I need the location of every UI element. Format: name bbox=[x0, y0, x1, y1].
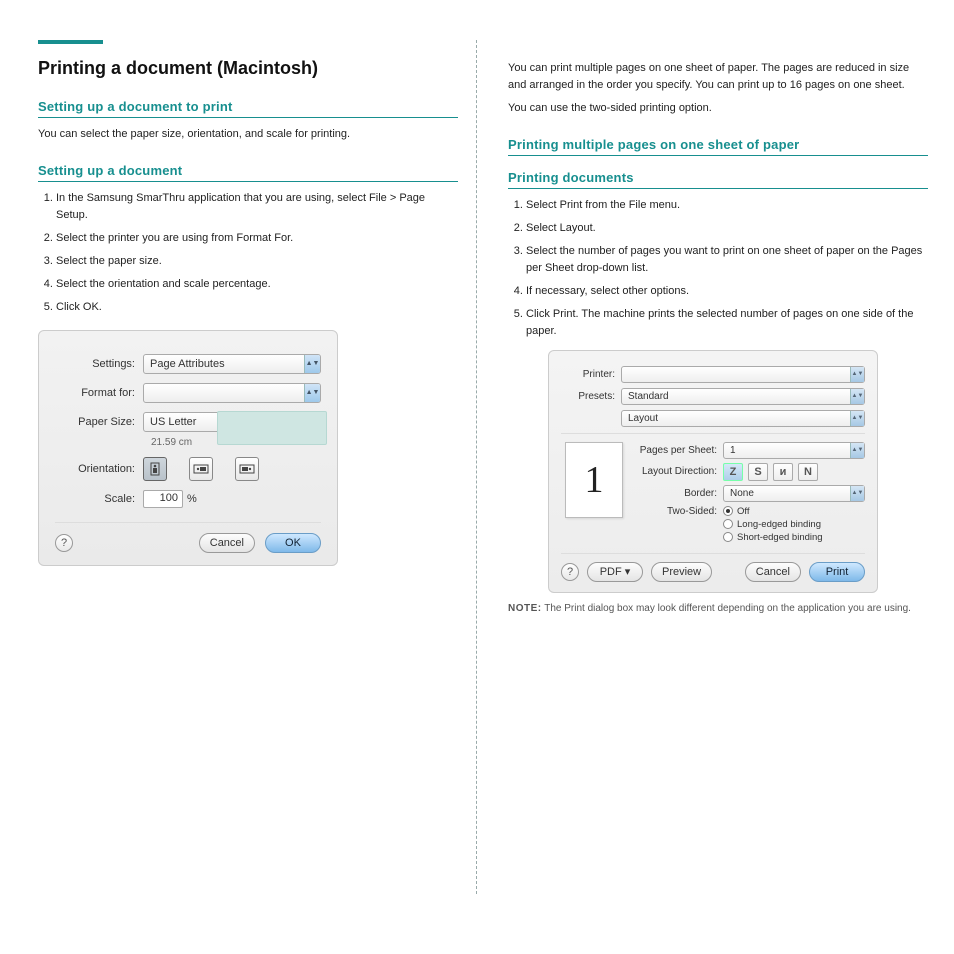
subheading-setup: Setting up a document to print bbox=[38, 99, 458, 118]
step-item: Select the number of pages you want to p… bbox=[526, 243, 928, 277]
settings-value: Page Attributes bbox=[150, 358, 225, 370]
chevron-updown-icon: ▲▼ bbox=[850, 486, 864, 501]
ok-button[interactable]: OK bbox=[265, 533, 321, 553]
orientation-label: Orientation: bbox=[55, 463, 143, 475]
orientation-portrait-button[interactable] bbox=[143, 457, 167, 481]
border-value: None bbox=[730, 488, 754, 499]
right-intro-1: You can print multiple pages on one shee… bbox=[508, 60, 928, 93]
radio-label: Short-edged binding bbox=[737, 532, 823, 543]
right-column: You can print multiple pages on one shee… bbox=[508, 38, 928, 620]
preview-button[interactable]: Preview bbox=[651, 562, 712, 582]
paper-body: You can select the paper size, orientati… bbox=[38, 126, 458, 143]
scale-pct: % bbox=[187, 493, 197, 505]
twosided-option[interactable]: Long-edged binding bbox=[723, 519, 823, 530]
radio-icon bbox=[723, 519, 733, 529]
note-label: NOTE: bbox=[508, 603, 542, 614]
layout-direction-button[interactable]: Z bbox=[723, 463, 743, 481]
section-value: Layout bbox=[628, 413, 658, 424]
step-item: Click OK. bbox=[56, 299, 458, 316]
layout-direction-button[interactable]: N bbox=[798, 463, 818, 481]
pdf-button[interactable]: PDF ▾ bbox=[587, 562, 643, 582]
help-button[interactable]: ? bbox=[561, 563, 579, 581]
steps-right: Select Print from the File menu. Select L… bbox=[508, 197, 928, 340]
subheading-printing-docs: Printing documents bbox=[508, 170, 928, 189]
left-column: Printing a document (Macintosh) Setting … bbox=[38, 38, 458, 566]
section-select[interactable]: Layout ▲▼ bbox=[621, 410, 865, 427]
radio-label: Off bbox=[737, 506, 750, 517]
twosided-option[interactable]: Short-edged binding bbox=[723, 532, 823, 543]
print-button[interactable]: Print bbox=[809, 562, 865, 582]
landscape-left-icon bbox=[193, 463, 209, 475]
pps-select[interactable]: 1 ▲▼ bbox=[723, 442, 865, 459]
pps-value: 1 bbox=[730, 445, 736, 456]
step-item: In the Samsung SmarThru application that… bbox=[56, 190, 458, 224]
scale-input[interactable]: 100 bbox=[143, 490, 183, 508]
step-item: Select the printer you are using from Fo… bbox=[56, 230, 458, 247]
layout-direction-button[interactable]: S bbox=[748, 463, 768, 481]
layout-preview: 1 bbox=[565, 442, 623, 518]
presets-label: Presets: bbox=[561, 391, 621, 402]
format-for-label: Format for: bbox=[55, 387, 143, 399]
printer-select[interactable]: ▲▼ bbox=[621, 366, 865, 383]
step-item: If necessary, select other options. bbox=[526, 283, 928, 300]
subheading-multipage: Printing multiple pages on one sheet of … bbox=[508, 137, 928, 156]
layoutdir-label: Layout Direction: bbox=[637, 466, 723, 477]
format-for-highlight bbox=[217, 411, 327, 445]
presets-value: Standard bbox=[628, 391, 669, 402]
scale-label: Scale: bbox=[55, 493, 143, 505]
section-title: Printing a document (Macintosh) bbox=[38, 58, 458, 79]
step-item: Select the paper size. bbox=[56, 253, 458, 270]
note-text: The Print dialog box may look different … bbox=[544, 603, 911, 614]
portrait-icon bbox=[149, 462, 161, 476]
twosided-option[interactable]: Off bbox=[723, 506, 823, 517]
radio-icon bbox=[723, 506, 733, 516]
presets-select[interactable]: Standard ▲▼ bbox=[621, 388, 865, 405]
landscape-right-icon bbox=[239, 463, 255, 475]
step-item: Click Print. The machine prints the sele… bbox=[526, 306, 928, 340]
paper-size-value: US Letter bbox=[150, 416, 196, 428]
chevron-updown-icon: ▲▼ bbox=[850, 389, 864, 404]
chevron-updown-icon: ▲▼ bbox=[304, 384, 320, 402]
subheading-setup-doc: Setting up a document bbox=[38, 163, 458, 182]
step-item: Select Layout. bbox=[526, 220, 928, 237]
steps-left: In the Samsung SmarThru application that… bbox=[38, 190, 458, 316]
pps-label: Pages per Sheet: bbox=[637, 445, 723, 456]
print-dialog: Printer: ▲▼ Presets: Standard ▲▼ Layout … bbox=[548, 350, 878, 593]
orientation-landscape-right-button[interactable] bbox=[235, 457, 259, 481]
help-button[interactable]: ? bbox=[55, 534, 73, 552]
note-block: NOTE: The Print dialog box may look diff… bbox=[508, 603, 928, 614]
chevron-updown-icon: ▲▼ bbox=[850, 411, 864, 426]
cancel-button[interactable]: Cancel bbox=[745, 562, 801, 582]
chevron-updown-icon: ▲▼ bbox=[850, 443, 864, 458]
column-divider bbox=[476, 40, 477, 894]
layout-direction-button[interactable]: ᴎ bbox=[773, 463, 793, 481]
right-intro-2: You can use the two-sided printing optio… bbox=[508, 100, 928, 117]
chevron-updown-icon: ▲▼ bbox=[850, 367, 864, 382]
cancel-button[interactable]: Cancel bbox=[199, 533, 255, 553]
page-setup-dialog: Settings: Page Attributes ▲▼ Format for:… bbox=[38, 330, 338, 566]
format-for-select[interactable]: ▲▼ bbox=[143, 383, 321, 403]
border-label: Border: bbox=[637, 488, 723, 499]
orientation-landscape-left-button[interactable] bbox=[189, 457, 213, 481]
twosided-label: Two-Sided: bbox=[637, 506, 723, 517]
border-select[interactable]: None ▲▼ bbox=[723, 485, 865, 502]
radio-label: Long-edged binding bbox=[737, 519, 821, 530]
paper-size-label: Paper Size: bbox=[55, 416, 143, 428]
step-item: Select the orientation and scale percent… bbox=[56, 276, 458, 293]
settings-select[interactable]: Page Attributes ▲▼ bbox=[143, 354, 321, 374]
radio-icon bbox=[723, 532, 733, 542]
printer-label: Printer: bbox=[561, 369, 621, 380]
settings-label: Settings: bbox=[55, 358, 143, 370]
step-item: Select Print from the File menu. bbox=[526, 197, 928, 214]
chevron-updown-icon: ▲▼ bbox=[304, 355, 320, 373]
